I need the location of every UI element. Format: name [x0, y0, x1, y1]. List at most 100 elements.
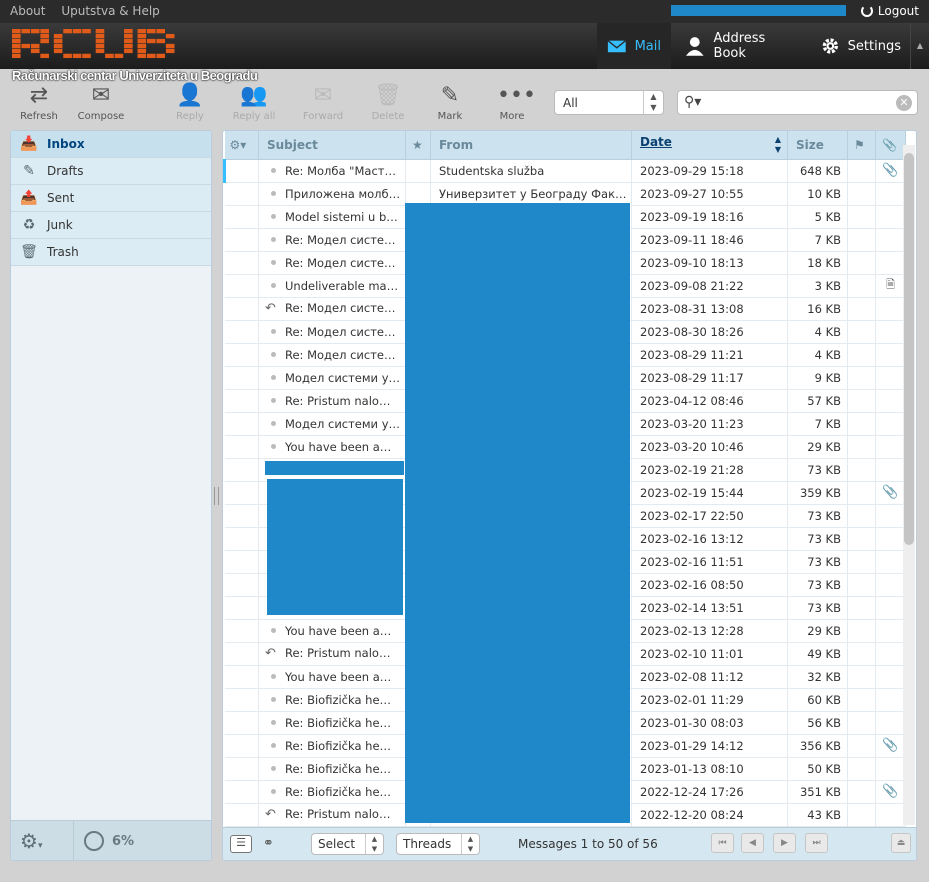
subject-cell[interactable]: You have been a…: [258, 619, 406, 643]
folder-trash[interactable]: 🗑 Trash: [11, 239, 211, 266]
subject-cell[interactable]: You have been a…: [258, 435, 406, 459]
splitter-handle[interactable]: [214, 487, 219, 505]
flag-cell[interactable]: [847, 228, 876, 252]
scrollbar-thumb[interactable]: [904, 153, 914, 545]
flag-cell[interactable]: [847, 688, 876, 712]
search-icon[interactable]: ⚲▾: [684, 94, 701, 110]
flag-cell[interactable]: [847, 527, 876, 551]
subject-cell[interactable]: Model sistemi u b…: [258, 205, 406, 229]
flag-cell[interactable]: [847, 780, 876, 804]
flag-cell[interactable]: [847, 205, 876, 229]
size-column-header[interactable]: Size: [787, 131, 848, 160]
subject-cell[interactable]: Re: Biofizička he…: [258, 780, 406, 804]
subject-cell[interactable]: ↶ Re: Pristum nalo…: [258, 803, 406, 827]
subject-cell[interactable]: Модел системи у…: [258, 412, 406, 436]
subject-cell[interactable]: Re: Biofizička he…: [258, 757, 406, 781]
flag-cell[interactable]: [847, 757, 876, 781]
subject-cell[interactable]: Re: Модел систе…: [258, 343, 406, 367]
flag-cell[interactable]: [847, 665, 876, 689]
more-button[interactable]: ••• More: [484, 80, 540, 124]
folder-junk[interactable]: ♻ Junk: [11, 212, 211, 239]
logout-button[interactable]: Logout: [860, 4, 919, 18]
subject-cell[interactable]: Re: Biofizička he…: [258, 734, 406, 758]
folder-inbox[interactable]: 📥 Inbox: [11, 131, 211, 158]
flagged-cell[interactable]: [405, 182, 431, 206]
threads-dropdown[interactable]: Threads ▲ ▼: [396, 833, 480, 855]
forward-button[interactable]: ✉ Forward: [295, 80, 351, 124]
flag-cell[interactable]: [847, 412, 876, 436]
address-book-tab[interactable]: Address Book: [674, 23, 810, 69]
settings-tab[interactable]: Settings: [811, 23, 911, 69]
subject-cell[interactable]: Re: Молба "Маст…: [258, 159, 406, 183]
mail-tab[interactable]: Mail: [597, 23, 671, 69]
subject-cell[interactable]: ↶ Re: Модел систе…: [258, 297, 406, 321]
flag-cell[interactable]: [847, 596, 876, 620]
flag-cell[interactable]: [847, 504, 876, 528]
flag-cell[interactable]: [847, 642, 876, 666]
about-link[interactable]: About: [10, 4, 45, 18]
list-options-header[interactable]: ⚙▾: [224, 131, 259, 160]
subject-cell[interactable]: Модел системи у…: [258, 366, 406, 390]
filter-select[interactable]: All ▲ ▼: [554, 90, 664, 115]
flag-cell[interactable]: [847, 297, 876, 321]
flag-cell[interactable]: [847, 550, 876, 574]
folder-sent[interactable]: 📤 Sent: [11, 185, 211, 212]
subject-cell[interactable]: Re: Модел систе…: [258, 251, 406, 275]
subject-cell[interactable]: Приложена молб…: [258, 182, 406, 206]
toggle-preview-button[interactable]: ⏏: [891, 833, 911, 853]
flag-cell[interactable]: [847, 481, 876, 505]
compose-button[interactable]: ✉ Compose: [73, 80, 129, 124]
prev-page-button[interactable]: ◀: [741, 833, 764, 853]
flag-cell[interactable]: [847, 366, 876, 390]
mark-button[interactable]: ✎ Mark: [422, 80, 478, 124]
flag-column-header[interactable]: ⚑: [847, 131, 876, 160]
subject-cell[interactable]: Re: Модел систе…: [258, 320, 406, 344]
flag-cell[interactable]: [847, 320, 876, 344]
subject-cell[interactable]: Re: Biofizička he…: [258, 688, 406, 712]
attachment-column-header[interactable]: 📎: [875, 131, 906, 160]
flag-cell[interactable]: [847, 619, 876, 643]
list-options-gear-icon[interactable]: ⚙▾: [230, 138, 247, 152]
flag-cell[interactable]: [847, 159, 876, 183]
flag-cell[interactable]: [847, 734, 876, 758]
search-box[interactable]: ⚲▾ ✕: [677, 90, 918, 115]
help-link[interactable]: Uputstva & Help: [61, 4, 159, 18]
rcub-logo[interactable]: [12, 28, 178, 60]
folder-options-gear-icon[interactable]: ⚙▾: [20, 829, 42, 853]
subject-column-header[interactable]: Subject: [258, 131, 406, 160]
flag-cell[interactable]: [847, 274, 876, 298]
subject-cell[interactable]: Undeliverable ma…: [258, 274, 406, 298]
folder-drafts[interactable]: ✎ Drafts: [11, 158, 211, 185]
flag-cell[interactable]: [847, 573, 876, 597]
reply-button[interactable]: 👤 Reply: [162, 80, 218, 124]
table-row[interactable]: Re: Молба "Маст… Studentska služba 2023-09…: [223, 159, 906, 183]
flag-cell[interactable]: [847, 435, 876, 459]
message-list-scrollbar[interactable]: [903, 145, 915, 825]
subject-cell[interactable]: Re: Модел систе…: [258, 228, 406, 252]
subject-cell[interactable]: You have been a…: [258, 665, 406, 689]
subject-cell[interactable]: ↶ Re: Pristum nalo…: [258, 642, 406, 666]
threads-toggle-icon[interactable]: ⚭: [263, 836, 274, 851]
flag-cell[interactable]: [847, 389, 876, 413]
subject-cell[interactable]: Re: Biofizička he…: [258, 711, 406, 735]
from-column-header[interactable]: From: [430, 131, 632, 160]
select-dropdown[interactable]: Select ▲ ▼: [311, 833, 384, 855]
taskbar-menu-toggle[interactable]: ▲: [910, 23, 929, 69]
flag-cell[interactable]: [847, 182, 876, 206]
delete-button[interactable]: 🗑 Delete: [360, 80, 416, 124]
refresh-button[interactable]: ⇄ Refresh: [11, 80, 67, 124]
flag-cell[interactable]: [847, 343, 876, 367]
first-page-button[interactable]: ⏮: [711, 833, 734, 853]
next-page-button[interactable]: ▶: [773, 833, 796, 853]
date-column-header[interactable]: Date ▲ ▼: [631, 131, 788, 160]
last-page-button[interactable]: ⏭: [805, 833, 828, 853]
flag-cell[interactable]: [847, 711, 876, 735]
flag-cell[interactable]: [847, 803, 876, 827]
clear-search-icon[interactable]: ✕: [896, 95, 912, 111]
subject-cell[interactable]: Re: Pristum nalo…: [258, 389, 406, 413]
flag-cell[interactable]: [847, 458, 876, 482]
table-row[interactable]: Приложена молб… Универзитет у Београду Фа…: [224, 182, 906, 206]
flag-cell[interactable]: [847, 251, 876, 275]
list-menu-icon[interactable]: ☰: [230, 835, 252, 853]
flagged-cell[interactable]: [405, 159, 431, 183]
